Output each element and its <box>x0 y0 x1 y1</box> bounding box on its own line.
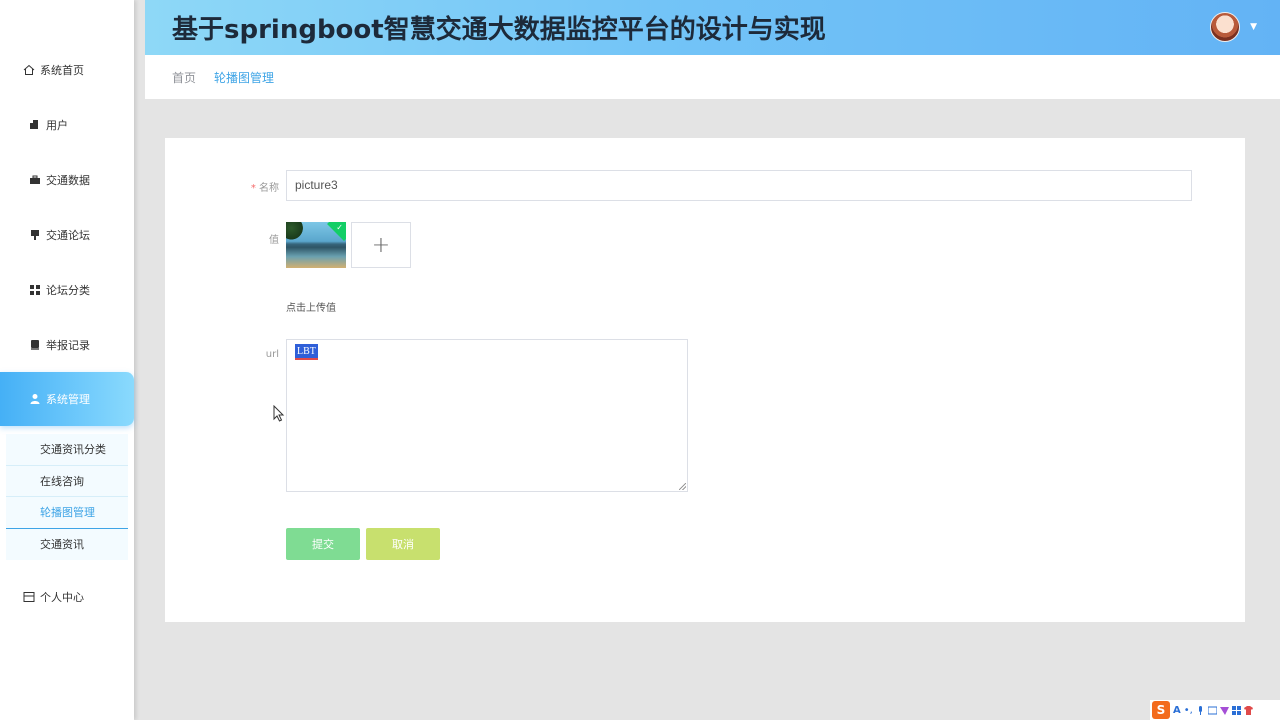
mouse-cursor-icon <box>273 405 285 422</box>
home-icon <box>22 63 36 77</box>
name-label-text: 名称 <box>259 183 279 194</box>
shirt-icon[interactable] <box>1243 705 1253 715</box>
toolbox-icon[interactable] <box>1231 705 1241 715</box>
uploaded-image-thumbnail[interactable]: ✓ <box>286 222 346 268</box>
punctuation-icon[interactable]: •, <box>1184 705 1193 716</box>
url-textarea[interactable]: LBT <box>286 339 688 492</box>
sidebar-item-label: 用户 <box>46 119 68 132</box>
submenu-item-news-category[interactable]: 交通资讯分类 <box>6 434 128 466</box>
sidebar-item-report-records[interactable]: 举报记录 <box>0 318 134 372</box>
sidebar-item-label: 交通数据 <box>46 174 90 187</box>
sidebar-item-personal-center[interactable]: 个人中心 <box>0 570 134 624</box>
sidebar-item-system-management[interactable]: 系统管理 <box>0 372 134 426</box>
lang-toggle[interactable]: A <box>1173 705 1181 716</box>
page-title: 基于springboot智慧交通大数据监控平台的设计与实现 <box>172 15 826 45</box>
upload-hint: 点击上传值 <box>286 303 336 314</box>
sidebar-item-home[interactable]: 系统首页 <box>0 43 134 97</box>
sidebar-item-label: 系统首页 <box>40 64 84 77</box>
sogou-logo-icon[interactable]: S <box>1152 701 1170 719</box>
sidebar-item-label: 系统管理 <box>46 393 90 406</box>
check-icon: ✓ <box>336 223 343 232</box>
url-selected-text: LBT <box>295 344 318 360</box>
url-label: url <box>265 349 279 360</box>
avatar[interactable] <box>1210 12 1240 42</box>
breadcrumb-home[interactable]: 首页 <box>172 69 196 86</box>
microphone-icon[interactable] <box>1196 705 1205 715</box>
skin-icon[interactable] <box>1219 706 1229 715</box>
required-mark: * <box>250 183 256 194</box>
upload-button[interactable]: + <box>351 222 411 268</box>
name-input[interactable]: picture3 <box>286 170 1192 201</box>
form-card: * 名称 picture3 值 ✓ + 点击上传值 url LBT 提交 取消 <box>165 138 1245 622</box>
palm-tree-graphic <box>286 222 304 242</box>
pin-icon <box>28 228 42 242</box>
cancel-button[interactable]: 取消 <box>366 528 440 560</box>
person-icon <box>28 392 42 406</box>
app-header: 基于springboot智慧交通大数据监控平台的设计与实现 ▼ <box>145 0 1280 55</box>
submit-button[interactable]: 提交 <box>286 528 360 560</box>
sidebar-item-traffic-data[interactable]: 交通数据 <box>0 153 134 207</box>
caret-down-icon[interactable]: ▼ <box>1250 22 1257 32</box>
value-label: 值 <box>269 235 279 246</box>
user-icon <box>28 118 42 132</box>
sidebar-item-user[interactable]: 用户 <box>0 98 134 152</box>
breadcrumb: 首页 轮播图管理 <box>145 55 1280 99</box>
record-icon <box>28 338 42 352</box>
sidebar: 系统首页 用户 交通数据 交通论坛 论坛分类 举报记录 系统管理 交通资讯分类 … <box>0 0 134 720</box>
submenu-item-online-consult[interactable]: 在线咨询 <box>6 466 128 497</box>
name-label: * 名称 <box>249 179 279 194</box>
briefcase-icon <box>28 173 42 187</box>
grid-icon <box>28 283 42 297</box>
sidebar-item-label: 个人中心 <box>40 591 84 604</box>
submenu-item-carousel[interactable]: 轮播图管理 <box>6 497 128 529</box>
sidebar-item-label: 交通论坛 <box>46 229 90 242</box>
submenu-item-traffic-news[interactable]: 交通资讯 <box>6 529 128 561</box>
sidebar-item-label: 论坛分类 <box>46 284 90 297</box>
system-submenu: 交通资讯分类 在线咨询 轮播图管理 交通资讯 <box>6 434 128 560</box>
ime-toolbar: S A •, <box>1150 700 1280 720</box>
keyboard-icon[interactable] <box>1207 706 1217 715</box>
resize-handle[interactable] <box>679 483 686 490</box>
sidebar-item-label: 举报记录 <box>46 339 90 352</box>
breadcrumb-current: 轮播图管理 <box>214 70 275 85</box>
sidebar-item-forum-category[interactable]: 论坛分类 <box>0 263 134 317</box>
sidebar-item-traffic-forum[interactable]: 交通论坛 <box>0 208 134 262</box>
panel-icon <box>22 590 36 604</box>
